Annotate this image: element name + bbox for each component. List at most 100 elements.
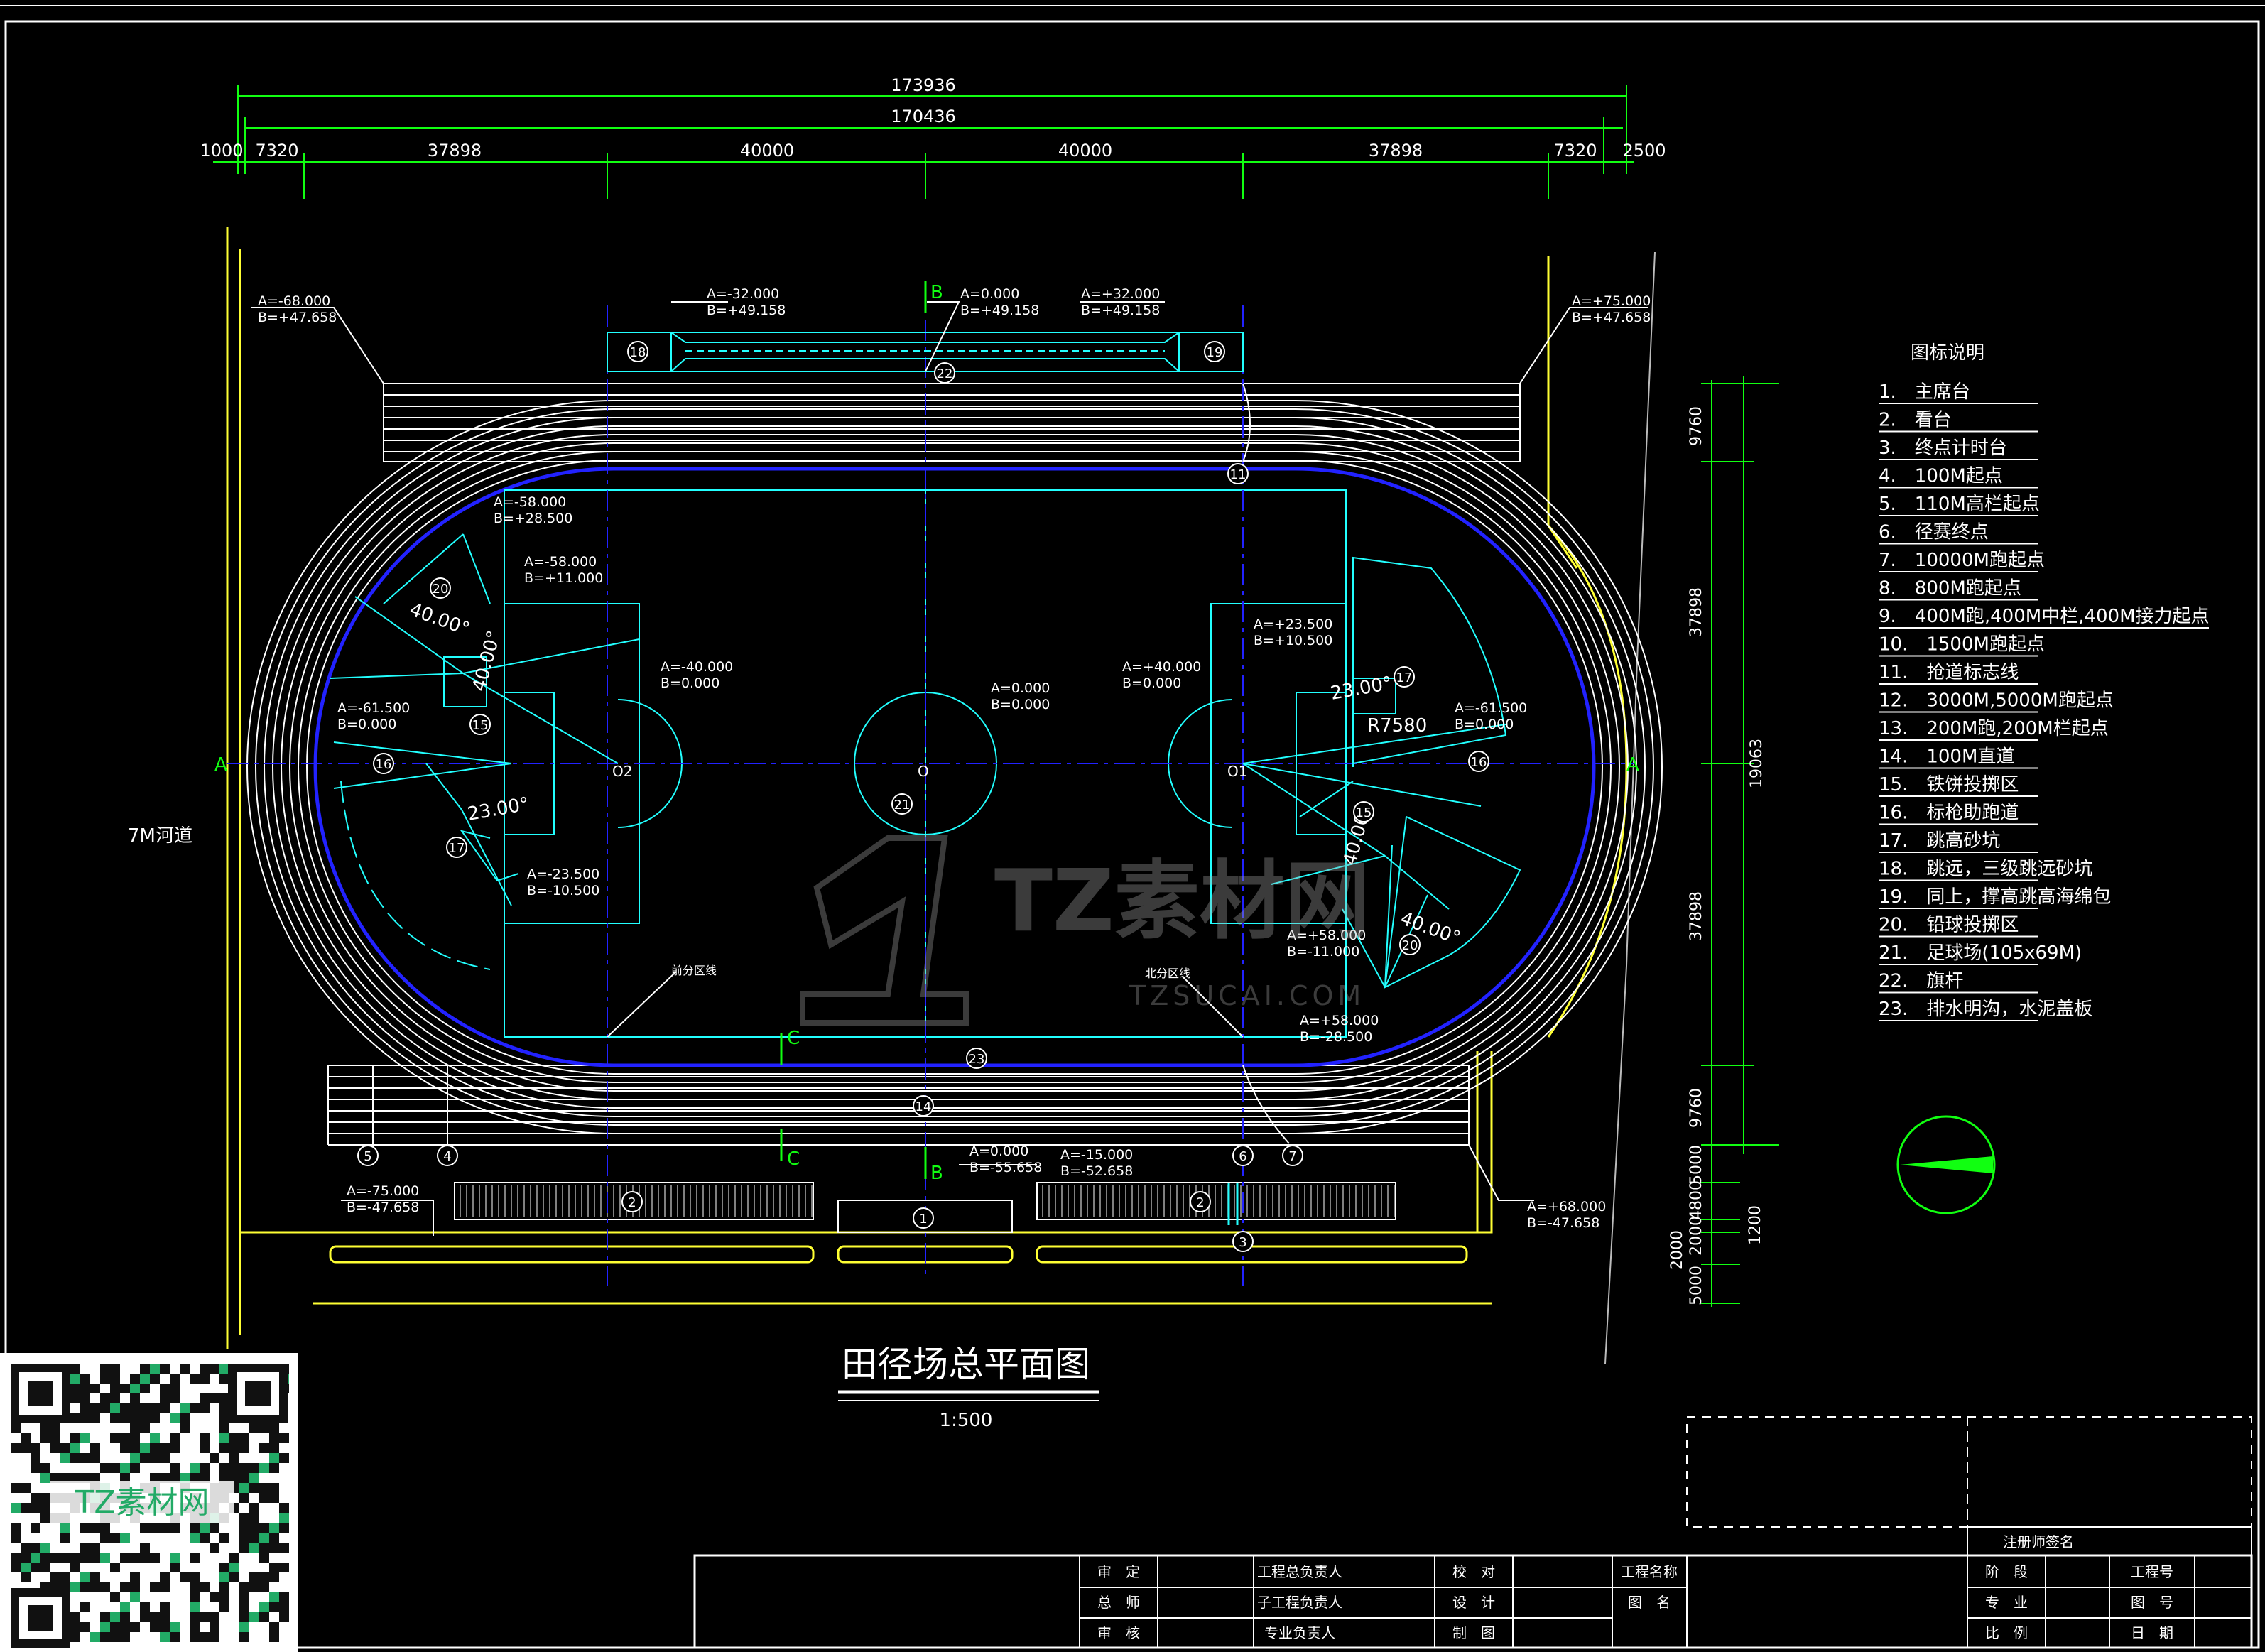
title-block [693,1416,2253,1649]
marker-21: 21 [891,793,913,815]
title-block-cell: 专 业 [1985,1594,2028,1611]
svg-text:B=+47.658: B=+47.658 [258,310,337,325]
watermark: TZ素材网 TZSUCAI.COM [800,835,1370,1026]
svg-text:23.00°: 23.00° [466,793,531,825]
svg-text:16: 16 [1471,755,1487,770]
svg-text:B: B [930,282,943,303]
svg-text:A=-58.000: A=-58.000 [494,494,566,510]
svg-text:TZSUCAI.COM: TZSUCAI.COM [1129,980,1365,1011]
svg-text:B=-52.658: B=-52.658 [1060,1163,1133,1179]
svg-text:20: 20 [1402,938,1418,953]
svg-text:20: 20 [433,582,449,597]
marker-3: 2 [1190,1191,1211,1212]
svg-text:23.00°: 23.00° [1329,673,1394,705]
svg-text:A=-58.000: A=-58.000 [524,554,597,570]
drawing-scale: 1:500 [940,1410,993,1431]
drawing-title: 田径场总平面图 [842,1344,1090,1385]
legend-item: 5. 110M高栏起点 [1879,494,2040,515]
svg-text:B=+10.500: B=+10.500 [1254,633,1332,648]
svg-text:B=+11.000: B=+11.000 [524,570,603,586]
axis-ticks [780,281,927,1179]
title-block-cell: 审 定 [1097,1563,1140,1580]
legend-item: 8. 800M跑起点 [1879,578,2021,599]
dim-seg-4: 40000 [1058,141,1112,161]
legend-item: 4. 100M起点 [1879,466,2003,487]
svg-text:O: O [918,763,929,780]
svg-text:C: C [787,1028,800,1049]
svg-text:B=0.000: B=0.000 [991,697,1050,712]
title-block-cell: 阶 段 [1985,1563,2028,1580]
svg-text:B=+49.158: B=+49.158 [960,303,1039,318]
svg-text:A=+58.000: A=+58.000 [1300,1013,1379,1028]
legend-item: 23. 排水明沟，水泥盖板 [1879,999,2092,1020]
svg-text:B=-47.658: B=-47.658 [347,1200,419,1215]
svg-text:A: A [1626,754,1639,776]
title-block-cell: 图 号 [2131,1594,2173,1611]
marker-10: 14 [913,1095,934,1116]
title-block-labels: 审 定 工程总负责人 校 对 工程名称 阶 段 工程号总 师 子工程负责人 设 计 图 名 专 业… [1097,1563,2173,1641]
legend-title: 图标说明 [1911,342,1984,364]
svg-text:19063: 19063 [1748,739,1766,788]
svg-text:B=+47.658: B=+47.658 [1572,310,1651,325]
svg-text:A=-61.500: A=-61.500 [337,700,410,716]
marker-16: 17 [1394,666,1415,688]
legend-item: 2. 看台 [1879,410,1952,431]
svg-text:17: 17 [449,841,465,856]
svg-text:A=-75.000: A=-75.000 [347,1183,419,1199]
svg-text:B=0.000: B=0.000 [1455,717,1514,732]
svg-text:B=-10.500: B=-10.500 [527,883,599,898]
svg-text:A=+68.000: A=+68.000 [1527,1199,1606,1214]
signature-header: 注册师签名 [2003,1533,2074,1550]
svg-text:18: 18 [630,345,646,360]
svg-text:B=0.000: B=0.000 [1122,675,1181,691]
marker-4: 3 [1232,1231,1254,1252]
svg-text:9760: 9760 [1688,406,1705,446]
svg-text:A=+32.000: A=+32.000 [1081,286,1160,302]
legend-item: 1. 主席台 [1879,381,1970,403]
marker-22: 22 [934,362,955,384]
svg-text:TZ素材网: TZ素材网 [74,1484,209,1521]
top-dimension-labels: 173936 170436 1000 7320 37898 40000 4000… [200,75,1666,161]
svg-text:15: 15 [1356,805,1372,820]
legend-list: 1. 主席台 2. 看台 3. 终点计时台 4. 100M起点 5. 110M高栏起点 6… [1879,381,2210,1021]
svg-text:B=+28.500: B=+28.500 [494,511,572,526]
svg-text:11: 11 [1230,467,1246,482]
marker-17: 18 [627,341,648,362]
svg-text:A=-61.500: A=-61.500 [1455,700,1527,716]
center-labels: O2 O O1 [612,763,1247,780]
svg-text:A=0.000: A=0.000 [991,680,1050,696]
marker-11: 15 [469,714,491,735]
dim-seg-2: 37898 [428,141,482,161]
svg-text:16: 16 [376,757,392,772]
title-block-cell: 图 名 [1628,1594,1671,1611]
legend-item: 16. 标枪助跑道 [1879,803,2019,824]
svg-text:O1: O1 [1227,763,1247,780]
svg-text:4800: 4800 [1688,1180,1705,1220]
dim-seg-6: 7320 [1553,141,1597,161]
title-block-cell: 比 例 [1985,1624,2028,1641]
legend-item: 15. 铁饼投掷区 [1879,774,2019,795]
river-label: 7M河道 [128,825,192,847]
svg-text:23: 23 [969,1052,985,1067]
svg-text:A=-68.000: A=-68.000 [258,293,330,309]
zone-line-labels: 前分区线 北分区线 [671,964,1190,980]
title-block-cell: 工程名称 [1621,1563,1678,1580]
svg-text:2000: 2000 [1668,1230,1686,1270]
legend-item: 14. 100M直道 [1879,746,2014,768]
title-block-cell: 工程总负责人 [1257,1563,1342,1580]
svg-text:O2: O2 [612,763,632,780]
svg-text:A=0.000: A=0.000 [969,1143,1028,1159]
marker-8: 7 [1282,1145,1303,1166]
legend-item: 22. 旗杆 [1879,971,1963,992]
legend-item: 10. 1500M跑起点 [1879,634,2045,656]
legend-item: 9. 400M跑,400M中栏,400M接力起点 [1879,606,2210,627]
svg-text:37898: 37898 [1688,587,1705,637]
svg-text:5000: 5000 [1688,1266,1705,1305]
marker-12: 15 [1353,801,1374,822]
svg-text:1: 1 [919,1212,927,1227]
marker-2: 2 [621,1191,643,1212]
svg-text:A=-15.000: A=-15.000 [1060,1147,1133,1163]
title-block-cell: 审 核 [1097,1624,1140,1641]
svg-text:TZ素材网: TZ素材网 [994,852,1370,951]
legend-item: 18. 跳远，三级跳远砂坑 [1879,859,2092,880]
